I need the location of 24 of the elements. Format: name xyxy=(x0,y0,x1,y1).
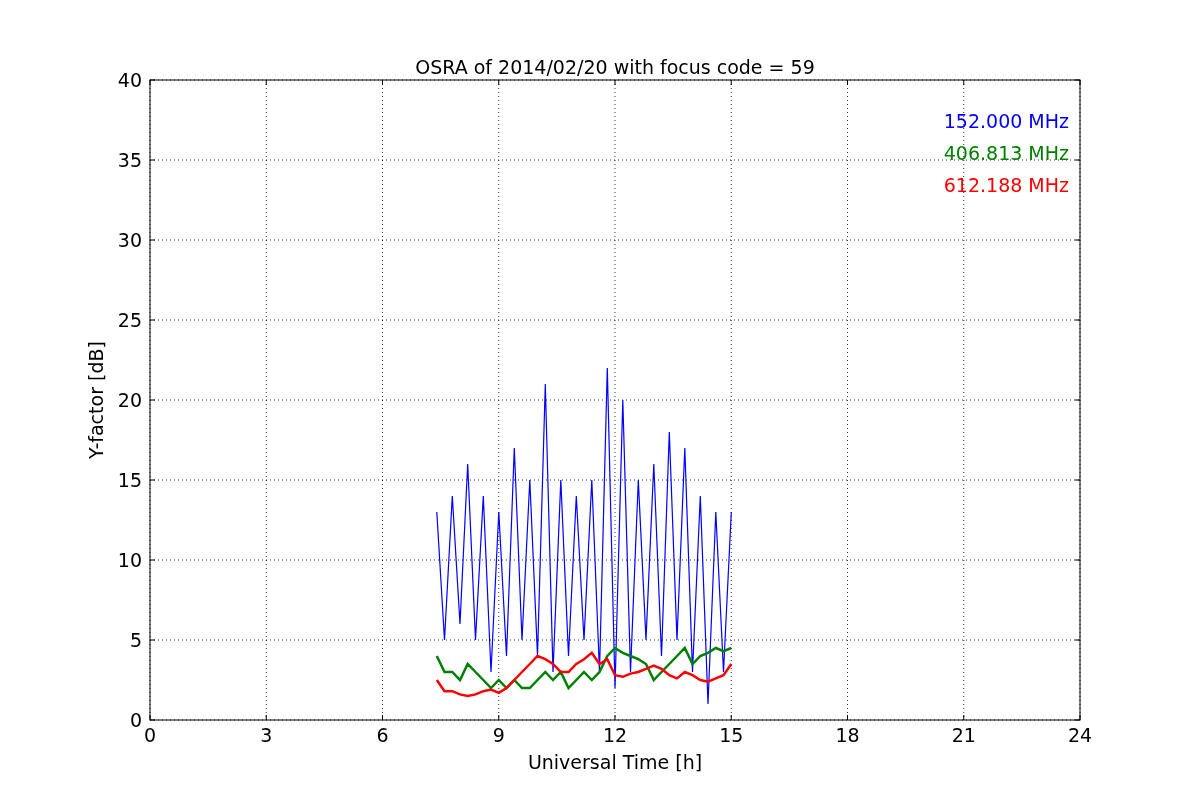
axis-label: Universal Time [h] xyxy=(527,751,703,773)
tick-label: 18 xyxy=(835,724,860,746)
tick-label: 3 xyxy=(260,724,273,746)
legend-label: 612.188 MHz xyxy=(943,174,1069,196)
chart-title: OSRA of 2014/02/20 with focus code = 59 xyxy=(415,56,815,78)
tick-label: 12 xyxy=(602,724,628,746)
tick-label: 20 xyxy=(117,389,142,411)
tick-label: 30 xyxy=(117,229,142,251)
tick-label: 0 xyxy=(143,724,157,746)
tick-label: 24 xyxy=(1067,724,1093,746)
legend-label: 152.000 MHz xyxy=(943,110,1069,132)
tick-label: 10 xyxy=(117,549,142,571)
tick-label: 0 xyxy=(129,709,142,731)
tick-label: 6 xyxy=(376,724,389,746)
axis-label: Y-factor [dB] xyxy=(85,341,107,459)
tick-label: 5 xyxy=(129,629,142,651)
tick-label: 9 xyxy=(492,724,505,746)
tick-label: 21 xyxy=(951,724,976,746)
legend-label: 406.813 MHz xyxy=(943,142,1069,164)
tick-label: 15 xyxy=(117,469,142,491)
tick-label: 40 xyxy=(117,69,142,91)
tick-label: 35 xyxy=(117,149,142,171)
tick-label: 25 xyxy=(117,309,142,331)
tick-label: 15 xyxy=(719,724,744,746)
